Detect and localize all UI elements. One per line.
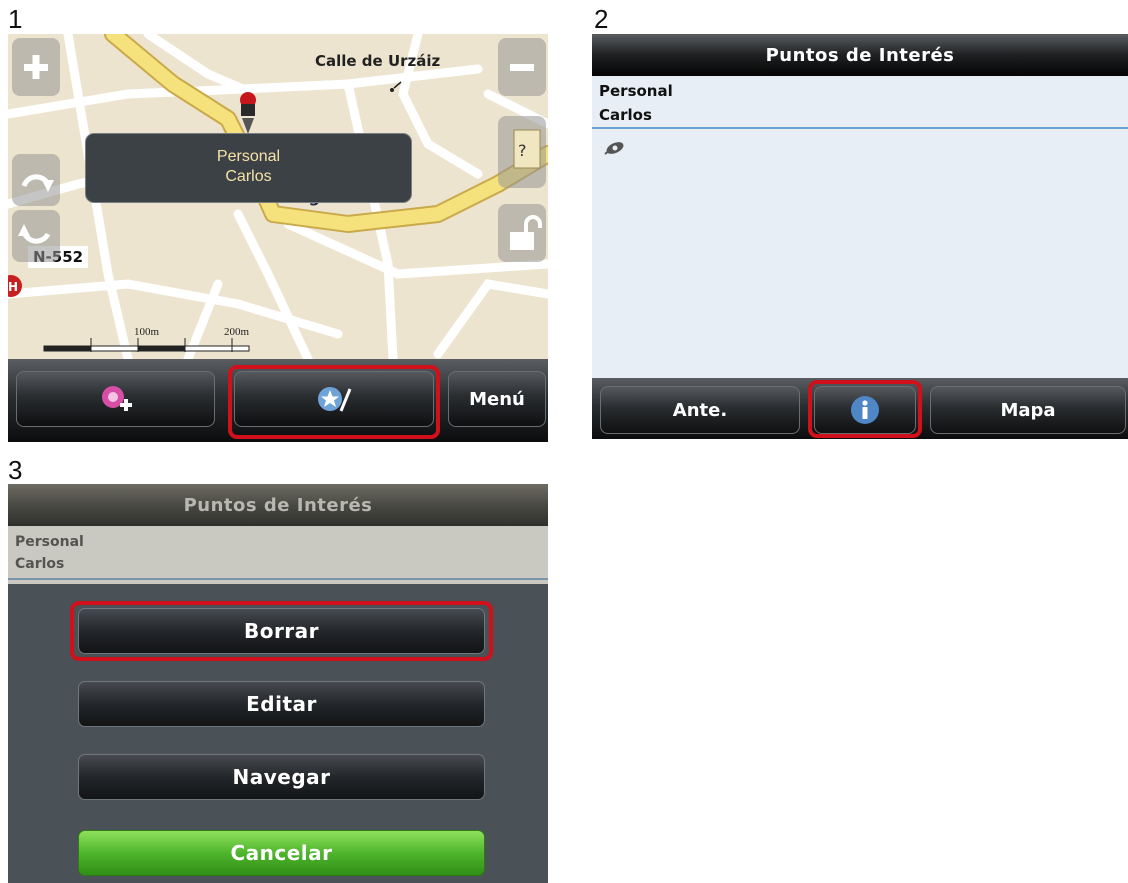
- rotate-right-button[interactable]: [12, 210, 60, 262]
- cancel-button[interactable]: Cancelar: [78, 830, 485, 876]
- zoom-out-icon: [510, 64, 534, 71]
- poi-list-screen: Puntos de Interés Personal Carlos Ante. …: [592, 34, 1128, 439]
- dimmed-list: [8, 526, 548, 584]
- poi-category: Personal: [599, 82, 673, 100]
- list-separator: [592, 127, 1128, 129]
- zoom-out-button[interactable]: [498, 38, 546, 96]
- help-button[interactable]: ?: [498, 116, 546, 188]
- map-screen: H Calle de Urzáiz Vigo N-552 100m 200m P…: [8, 34, 548, 442]
- svg-text:?: ?: [518, 141, 527, 160]
- add-poi-icon: [101, 386, 132, 411]
- zoom-in-button[interactable]: [12, 38, 60, 96]
- navigate-button[interactable]: Navegar: [78, 754, 485, 800]
- zoom-in-icon: [24, 55, 48, 79]
- step-number-3: 3: [8, 455, 23, 485]
- unlock-icon: [510, 215, 542, 250]
- poi-options-screen: Puntos de Interés Personal Carlos Borrar…: [8, 484, 548, 883]
- map-bottom-bar: Menú: [8, 359, 548, 442]
- help-book-icon: ?: [513, 129, 541, 169]
- poi-item-name[interactable]: Carlos: [599, 106, 652, 124]
- poi-list-title: Puntos de Interés: [592, 34, 1128, 76]
- rotate-left-button[interactable]: [12, 154, 60, 206]
- highlight-info: [808, 380, 922, 438]
- highlight-delete: [70, 601, 493, 661]
- add-poi-button[interactable]: [16, 371, 215, 427]
- poi-pin-icon: [604, 142, 624, 155]
- poi-item-name-dimmed: Carlos: [15, 556, 65, 572]
- list-bottom-bar: Ante. Mapa: [592, 378, 1128, 439]
- step-number-1: 1: [8, 4, 23, 34]
- rotate-right-icon: [18, 224, 51, 244]
- lock-button[interactable]: [498, 204, 546, 262]
- poi-bubble-category: Personal: [216, 148, 281, 165]
- highlight-favorites: [228, 365, 440, 439]
- previous-button[interactable]: Ante.: [600, 386, 800, 434]
- scale-label-100: 100m: [134, 326, 160, 338]
- edit-button[interactable]: Editar: [78, 681, 485, 727]
- step-number-2: 2: [594, 4, 609, 34]
- poi-bubble-name: Carlos: [225, 168, 272, 185]
- street-label: Calle de Urzáiz: [315, 52, 441, 70]
- rotate-left-icon: [21, 174, 54, 192]
- map-button[interactable]: Mapa: [930, 386, 1126, 434]
- poi-bubble[interactable]: Personal Carlos: [85, 133, 412, 203]
- poi-options-title: Puntos de Interés: [8, 484, 548, 526]
- scale-label-200: 200m: [224, 326, 250, 338]
- menu-button[interactable]: Menú: [448, 371, 546, 427]
- list-separator-dimmed: [8, 578, 548, 580]
- poi-category-dimmed: Personal: [15, 534, 84, 550]
- svg-text:H: H: [8, 280, 18, 294]
